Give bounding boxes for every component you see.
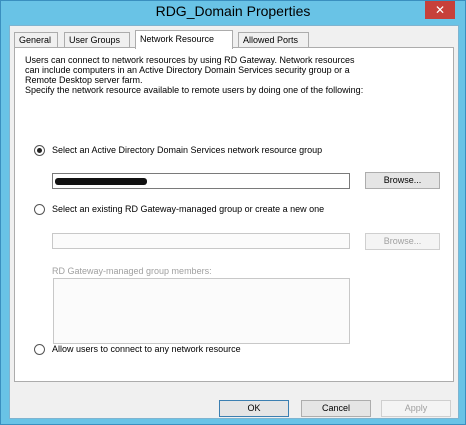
option-any-resource[interactable]: Allow users to connect to any network re…	[34, 342, 241, 356]
dialog-frame: RDG_Domain Properties ✕ General User Gro…	[0, 0, 466, 425]
radio-rdg-group[interactable]	[34, 203, 45, 215]
option-rdg-group[interactable]: Select an existing RD Gateway-managed gr…	[34, 202, 324, 216]
radio-any-resource[interactable]	[34, 343, 45, 355]
tab-user-groups[interactable]: User Groups	[64, 32, 130, 48]
browse-rdg-group-button[interactable]: Browse...	[365, 233, 440, 250]
close-icon: ✕	[434, 3, 446, 17]
description-line: Remote Desktop server farm.	[25, 75, 143, 85]
tab-allowed-ports[interactable]: Allowed Ports	[238, 32, 309, 48]
cancel-button[interactable]: Cancel	[301, 400, 371, 417]
members-label: RD Gateway-managed group members:	[52, 266, 212, 276]
option-ad-group[interactable]: Select an Active Directory Domain Servic…	[34, 143, 322, 157]
dialog-body: General User Groups Network Resource All…	[9, 25, 459, 419]
tab-panel-network-resource: Users can connect to network resources b…	[14, 47, 454, 382]
option-rdg-group-label: Select an existing RD Gateway-managed gr…	[52, 204, 325, 214]
redacted-value	[55, 178, 147, 185]
tab-general[interactable]: General	[14, 32, 58, 48]
tab-network-resource[interactable]: Network Resource	[135, 30, 233, 49]
ok-button[interactable]: OK	[219, 400, 289, 417]
title-bar[interactable]: RDG_Domain Properties ✕	[1, 1, 465, 25]
members-list[interactable]	[53, 278, 350, 344]
description-line: Specify the network resource available t…	[25, 85, 364, 95]
apply-button[interactable]: Apply	[381, 400, 451, 417]
radio-ad-group[interactable]	[34, 144, 45, 156]
description-line: can include computers in an Active Direc…	[25, 65, 350, 75]
rdg-group-field[interactable]	[52, 233, 350, 249]
description-text: Users can connect to network resources b…	[25, 55, 445, 95]
browse-ad-group-button[interactable]: Browse...	[365, 172, 440, 189]
ad-group-field[interactable]	[52, 173, 350, 189]
option-ad-group-label: Select an Active Directory Domain Servic…	[52, 145, 323, 155]
close-button[interactable]: ✕	[425, 1, 455, 19]
description-line: Users can connect to network resources b…	[25, 55, 355, 65]
window-title: RDG_Domain Properties	[155, 3, 311, 19]
option-any-resource-label: Allow users to connect to any network re…	[52, 344, 241, 354]
